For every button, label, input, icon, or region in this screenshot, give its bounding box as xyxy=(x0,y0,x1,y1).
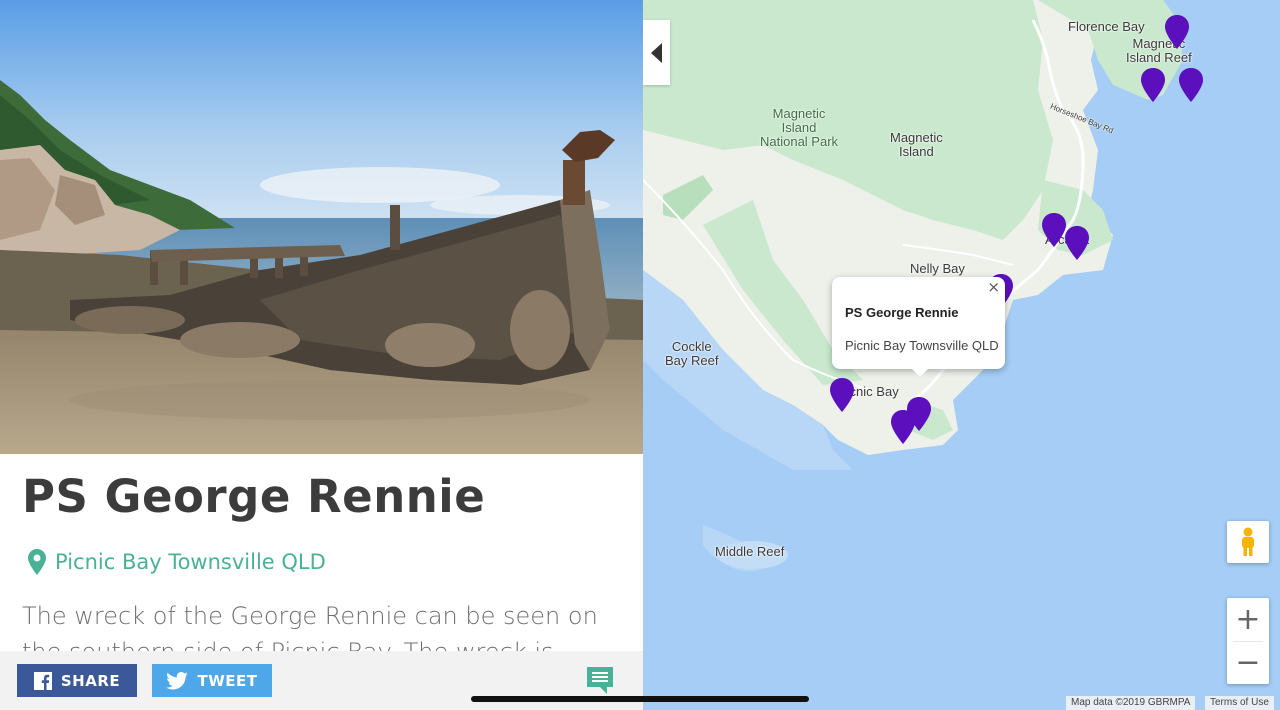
place-magnetic-island: Magnetic Island xyxy=(890,130,943,159)
close-icon[interactable]: × xyxy=(987,280,1000,295)
tweet-label: TWEET xyxy=(197,671,258,690)
location-row: Picnic Bay Townsville QLD xyxy=(28,549,326,575)
place-national-park: Magnetic Island National Park xyxy=(760,106,839,149)
triangle-left-icon xyxy=(650,42,662,63)
pegman-icon xyxy=(1242,527,1254,556)
detail-panel: PS George Rennie Picnic Bay Townsville Q… xyxy=(0,0,643,710)
share-label: SHARE xyxy=(60,671,121,690)
zoom-control: + − xyxy=(1227,598,1269,684)
map-pin-icon xyxy=(28,549,46,575)
terms-of-use-link[interactable]: Terms of Use xyxy=(1205,696,1274,710)
place-florence-bay: Florence Bay xyxy=(1068,19,1145,34)
twitter-icon xyxy=(166,671,189,689)
map-marker[interactable] xyxy=(1042,213,1066,247)
map-marker[interactable] xyxy=(830,378,854,412)
map-marker[interactable] xyxy=(1165,15,1189,49)
place-nelly-bay: Nelly Bay xyxy=(910,261,965,276)
home-indicator[interactable] xyxy=(471,696,809,702)
facebook-icon xyxy=(33,671,52,690)
info-window-address: Picnic Bay Townsville QLD xyxy=(845,338,999,353)
zoom-in-button[interactable]: + xyxy=(1227,598,1269,641)
map-marker[interactable] xyxy=(891,410,915,444)
share-button[interactable]: SHARE xyxy=(17,664,137,697)
tweet-button[interactable]: TWEET xyxy=(152,664,272,697)
map-marker[interactable] xyxy=(1179,68,1203,102)
location-label: Picnic Bay Townsville QLD xyxy=(55,550,326,574)
place-middle-reef: Middle Reef xyxy=(715,544,785,559)
page-title: PS George Rennie xyxy=(22,470,486,523)
map-attribution: Map data ©2019 GBRMPA xyxy=(1066,696,1196,710)
map-marker[interactable] xyxy=(1065,226,1089,260)
shipwreck-photo xyxy=(0,0,643,454)
map-view[interactable]: Florence Bay Magnetic Island Reef Magnet… xyxy=(643,0,1280,710)
map-marker[interactable] xyxy=(1141,68,1165,102)
collapse-panel-button[interactable] xyxy=(643,20,670,85)
info-window-title: PS George Rennie xyxy=(845,305,959,320)
zoom-out-button[interactable]: − xyxy=(1227,641,1269,684)
street-view-pegman-button[interactable] xyxy=(1227,521,1269,563)
place-cockle-bay-reef: Cockle Bay Reef xyxy=(665,339,719,368)
comment-icon[interactable] xyxy=(585,665,615,695)
info-window: × PS George Rennie Picnic Bay Townsville… xyxy=(832,277,1005,377)
